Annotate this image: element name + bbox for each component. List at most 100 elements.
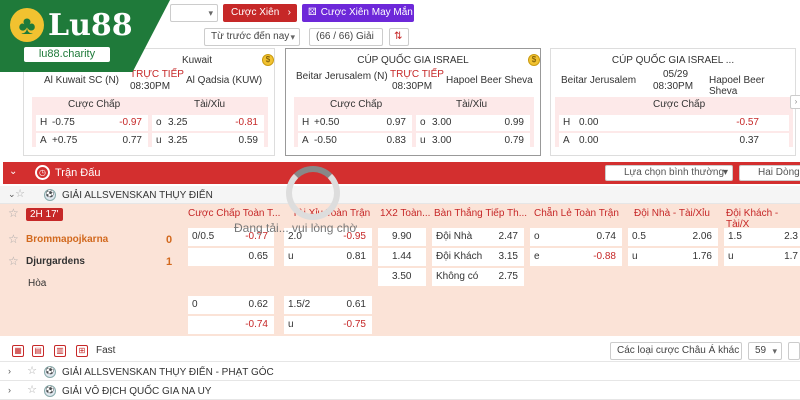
- collapse-button[interactable]: [788, 342, 800, 360]
- odds-cell[interactable]: 9.90: [378, 228, 426, 246]
- side-label: H: [563, 117, 571, 128]
- side-label: u: [420, 135, 426, 146]
- stats-icon[interactable]: ▤: [32, 345, 44, 357]
- handicap-line: -0.50: [314, 135, 337, 146]
- odds-cell[interactable]: 3.50: [378, 268, 426, 286]
- league-count: (66 / 66) Giải: [316, 31, 374, 42]
- cuoc-xien-button[interactable]: Cược Xiên ›: [223, 4, 297, 22]
- odds-cell[interactable]: 1.44: [378, 248, 426, 266]
- ou-line: 3.25: [168, 117, 188, 128]
- star-icon[interactable]: ☆: [8, 254, 19, 268]
- fast-bet-link[interactable]: Fast: [96, 345, 115, 356]
- odds-cell[interactable]: o 0.74: [530, 228, 622, 246]
- league-header[interactable]: › ☆ ⚽ GIẢI VÔ ĐỊCH QUỐC GIA NA UY: [0, 382, 800, 400]
- outcome-label: Đội Nhà: [436, 231, 473, 242]
- odds-cell[interactable]: u 1.7: [724, 248, 800, 266]
- carousel-next-button[interactable]: ›: [790, 95, 800, 109]
- star-icon[interactable]: ☆: [26, 385, 38, 397]
- odds-cell[interactable]: A 0.00 0.37: [559, 133, 789, 149]
- live-label: TRỰC TIẾP: [390, 69, 444, 80]
- odds-value: -0.75: [343, 319, 366, 330]
- matches-header-bar: ⌄ ◷ Trận Đấu Lựa chọn bình thường ▾ Hai D…: [3, 162, 800, 184]
- grid-icon[interactable]: ▦: [12, 345, 24, 357]
- odds-value: 0.62: [248, 299, 268, 310]
- odds-cell[interactable]: H -0.75 -0.97: [36, 115, 148, 131]
- cuoc-xien-may-man-button[interactable]: ⚄ Cược Xiên May Mắn: [302, 4, 414, 22]
- league-filter[interactable]: (66 / 66) Giải: [309, 28, 383, 46]
- odds-cell[interactable]: u 0.81: [284, 248, 372, 266]
- chevron-right-icon: ›: [8, 366, 11, 376]
- odds-value: 0.59: [238, 135, 258, 146]
- odds-cell[interactable]: A -0.50 0.83: [298, 133, 412, 149]
- league-title: GIẢI ALLSVENSKAN THỤY ĐIỂN: [62, 190, 213, 201]
- dice-icon: ⚄: [308, 7, 317, 18]
- col-header-next-goal: Bàn Thắng Tiếp Th...: [434, 208, 528, 219]
- chart-icon[interactable]: ▥: [54, 345, 66, 357]
- odds-value: 1.76: [692, 251, 712, 262]
- odds-cell[interactable]: 1.5/2 0.61: [284, 296, 372, 314]
- field-icon[interactable]: ⊞: [76, 345, 88, 357]
- odds-cell[interactable]: A +0.75 0.77: [36, 133, 148, 149]
- odds-value: -0.88: [593, 251, 616, 262]
- odds-cell[interactable]: u 3.25 0.59: [152, 133, 264, 149]
- sort-toggle-button[interactable]: ⇅: [389, 28, 409, 46]
- market-dropdown[interactable]: ▾: [170, 4, 218, 22]
- view-mode-select[interactable]: Lựa chọn bình thường ▾: [605, 165, 733, 181]
- star-icon[interactable]: ☆: [26, 366, 38, 378]
- odds-cell[interactable]: o 3.25 -0.81: [152, 115, 264, 131]
- odds-value: 2.47: [498, 231, 518, 242]
- odds-cell[interactable]: 1.5 2.3: [724, 228, 800, 246]
- ou-line: u: [288, 319, 294, 330]
- league-header[interactable]: ⌄ ☆ ⚽ GIẢI ALLSVENSKAN THỤY ĐIỂN: [0, 186, 800, 204]
- odds-cell[interactable]: u 3.00 0.79: [416, 133, 530, 149]
- sort-select-value: Từ trước đến nay: [211, 31, 290, 42]
- over-under-header: Tài/Xỉu: [456, 99, 488, 110]
- sort-select[interactable]: Từ trước đến nay ▾: [204, 28, 300, 46]
- odds-value: 0.81: [346, 251, 366, 262]
- home-team-name: Brommapojkarna: [26, 234, 109, 245]
- odds-cell[interactable]: u -0.75: [284, 316, 372, 334]
- clock-icon: ◷: [35, 165, 50, 180]
- handicap-header: Cược Chấp: [68, 99, 121, 110]
- odds-value: -0.74: [245, 319, 268, 330]
- star-icon[interactable]: ☆: [14, 189, 26, 201]
- side-label: o: [420, 117, 426, 128]
- star-icon[interactable]: ☆: [8, 206, 19, 220]
- odds-value: 0.61: [346, 299, 366, 310]
- ou-line: 3.00: [432, 135, 452, 146]
- odds-cell[interactable]: u 1.76: [628, 248, 718, 266]
- odds-value: 0.79: [504, 135, 524, 146]
- star-icon[interactable]: ☆: [8, 232, 19, 246]
- loading-text: Đang tải... vui lòng chờ: [234, 221, 358, 235]
- outcome-label: e: [534, 251, 540, 262]
- odds-cell[interactable]: Không có 2.75: [432, 268, 524, 286]
- odds-cell[interactable]: -0.74: [188, 316, 274, 334]
- clover-icon: ♣: [10, 8, 44, 42]
- odds-cell[interactable]: 0.5 2.06: [628, 228, 718, 246]
- odds-value: 2.3: [784, 231, 798, 242]
- odds-value: -0.97: [119, 117, 142, 128]
- chevron-down-icon[interactable]: ⌄: [9, 166, 17, 177]
- odds-cell[interactable]: o 3.00 0.99: [416, 115, 530, 131]
- odds-cell[interactable]: H 0.00 -0.57: [559, 115, 789, 131]
- handicap-line: 0.00: [579, 135, 599, 146]
- line-mode-select[interactable]: Hai Dòng: [739, 165, 800, 181]
- handicap-line: +0.75: [52, 135, 78, 146]
- odds-cell[interactable]: Đội Nhà 2.47: [432, 228, 524, 246]
- handicap-header: Cược Chấp: [330, 99, 383, 110]
- odds-type-select[interactable]: Các loại cược Châu Á khác: [610, 342, 742, 360]
- featured-match-card-2[interactable]: CÚP QUỐC GIA ISRAEL $ Beitar Jerusalem (…: [285, 48, 541, 156]
- odds-cell[interactable]: e -0.88: [530, 248, 622, 266]
- league-header[interactable]: › ☆ ⚽ GIẢI ALLSVENSKAN THỤY ĐIỂN - PHẠT …: [0, 363, 800, 381]
- match-status-badge: 2H 17': [26, 208, 63, 221]
- odds-cell[interactable]: Đội Khách 3.15: [432, 248, 524, 266]
- odds-value: 0.99: [504, 117, 524, 128]
- odds-cell[interactable]: H +0.50 0.97: [298, 115, 412, 131]
- odds-panel: Cược Chấp Tài/Xỉu H +0.50 0.97 o 3.00 0.99 A…: [294, 97, 534, 149]
- odds-cell[interactable]: 0 0.62: [188, 296, 274, 314]
- featured-match-card-3[interactable]: CÚP QUỐC GIA ISRAEL ... Beitar Jerusalem…: [550, 48, 796, 156]
- match-tools-bar: ▦ ▤ ▥ ⊞ Fast Các loại cược Châu Á khác 5…: [0, 340, 800, 362]
- market-count-select[interactable]: 59 ▾: [748, 342, 782, 360]
- odds-cell[interactable]: 0.65: [188, 248, 274, 266]
- ou-line: 0.5: [632, 231, 646, 242]
